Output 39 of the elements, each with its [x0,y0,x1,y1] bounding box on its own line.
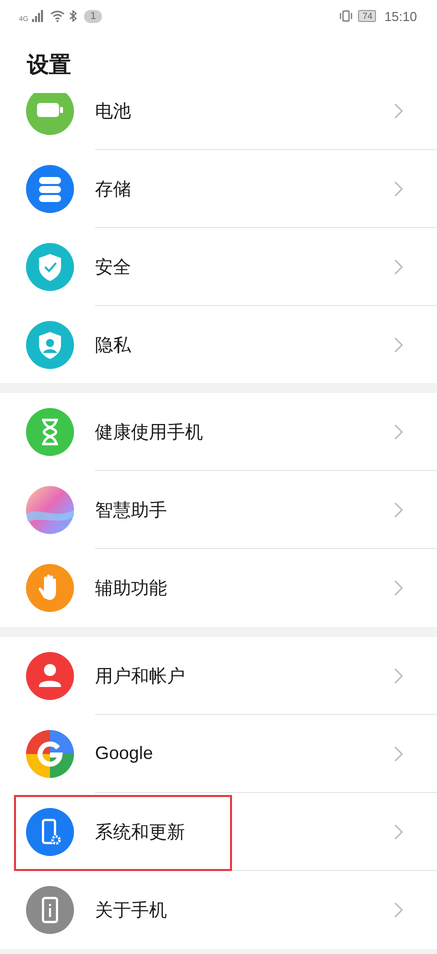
chevron-right-icon [394,337,403,353]
settings-item[interactable]: 辅助功能 [95,576,167,600]
phone-gear-icon [26,808,74,856]
clock: 15:10 [384,8,417,24]
settings-item[interactable]: 系统和更新 [95,820,185,844]
shield-check-icon [26,243,74,291]
chevron-right-icon [394,902,403,918]
settings-item[interactable]: 健康使用手机 [95,420,203,444]
settings-item[interactable]: 存储 [95,176,131,200]
settings-item[interactable]: 智慧助手 [95,498,167,522]
page-title: 设置 [27,51,72,79]
vibrate-icon [338,10,354,22]
phone-info-icon [26,886,74,934]
settings-item[interactable]: 隐私 [95,333,131,357]
battery-level: 74 [358,10,376,22]
chevron-right-icon [394,824,403,840]
chevron-right-icon [394,746,403,762]
settings-item[interactable]: Google [95,743,154,764]
chevron-right-icon [394,580,403,596]
notification-count: 1 [84,10,102,22]
settings-item[interactable]: 关于手机 [95,898,167,922]
gradient-orb-icon [26,486,74,534]
person-icon [26,652,74,700]
google-icon [26,730,74,778]
storage-icon [26,165,74,213]
chevron-right-icon [394,502,403,518]
chevron-right-icon [394,424,403,440]
hourglass-icon [26,408,74,456]
chevron-right-icon [394,102,403,118]
chevron-right-icon [394,180,403,196]
chevron-right-icon [394,258,403,274]
settings-item[interactable]: 用户和帐户 [95,664,185,688]
settings-item[interactable]: 电池 [95,98,131,122]
shield-person-icon [26,321,74,369]
settings-item[interactable]: 安全 [95,254,131,278]
hand-icon [26,564,74,612]
chevron-right-icon [394,668,403,684]
bluetooth-icon [69,10,78,22]
wifi-icon [50,10,66,22]
